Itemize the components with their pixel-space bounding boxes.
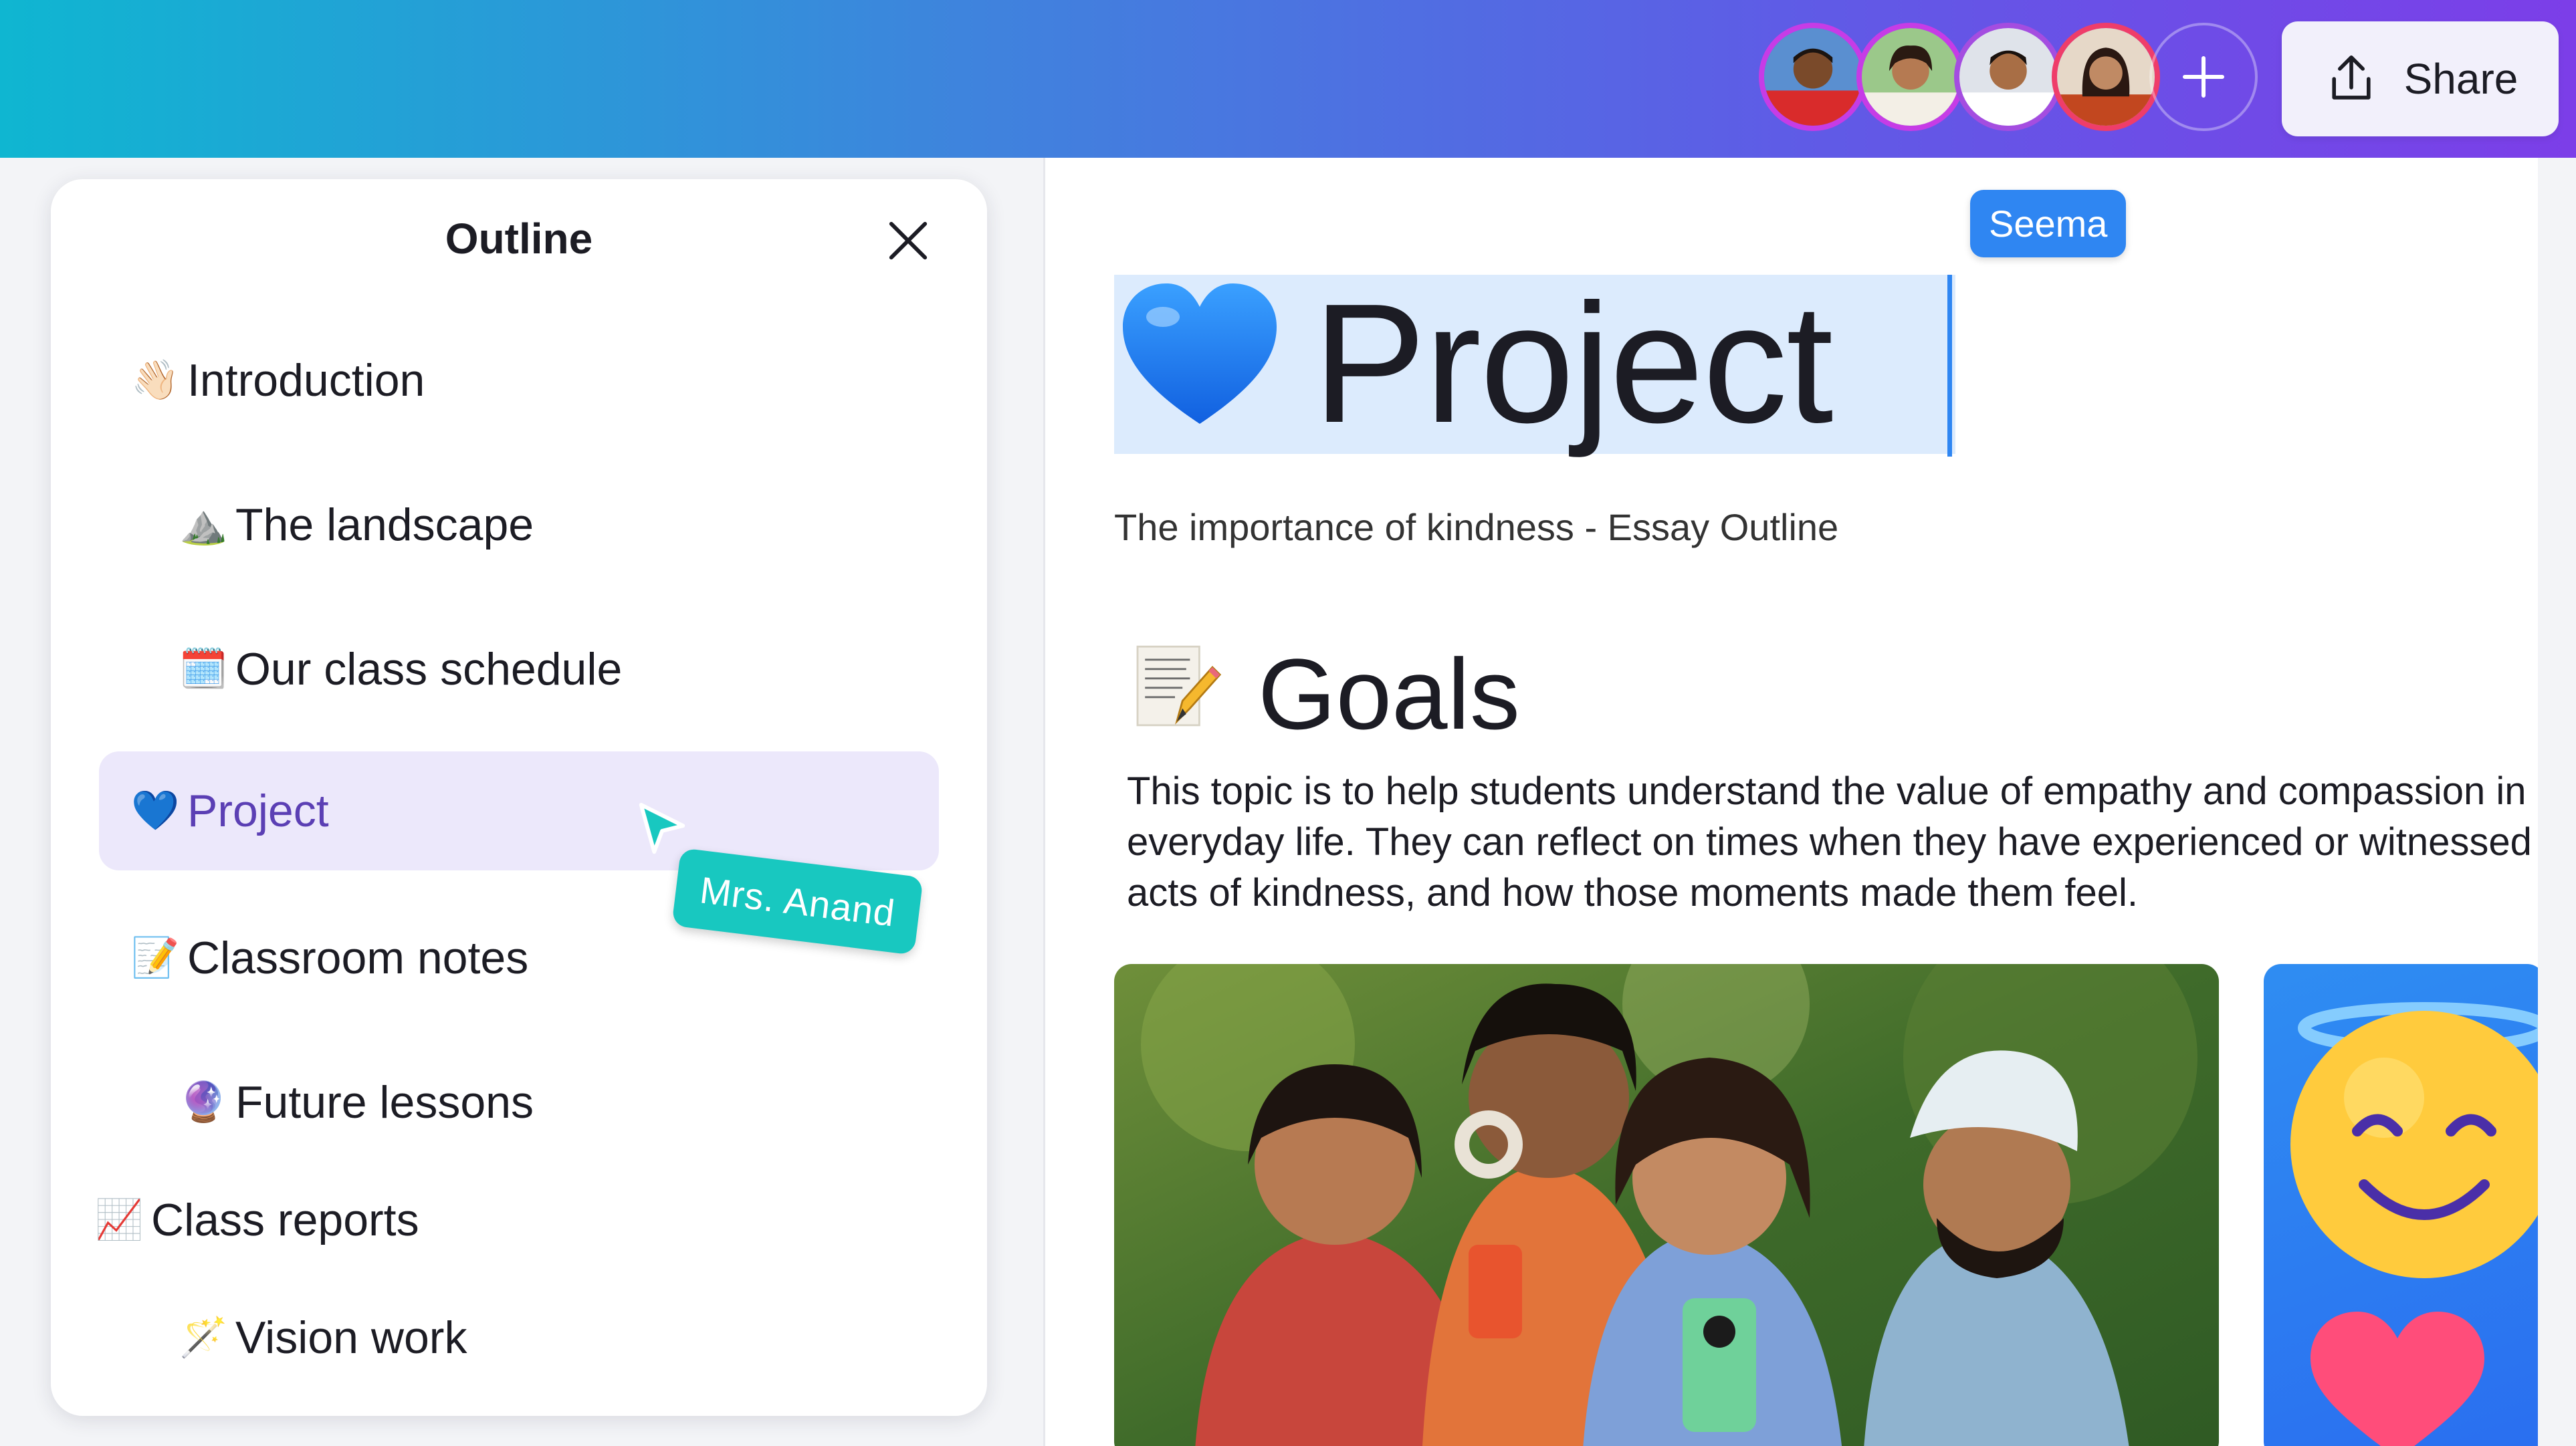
collaborator-cursor-icon: [639, 802, 685, 854]
outline-item-label: Our class schedule: [235, 644, 623, 695]
outline-item-project[interactable]: 💙 Project: [99, 751, 939, 870]
outline-item-label: Classroom notes: [187, 933, 529, 983]
magic-wand-icon: 🪄: [179, 1316, 228, 1359]
collaborator-avatar-2[interactable]: [1856, 23, 1965, 131]
close-icon[interactable]: [880, 213, 936, 269]
outline-item-label: Class reports: [151, 1195, 419, 1245]
outline-item-label: Future lessons: [235, 1077, 534, 1128]
collaborator-avatar-4[interactable]: [2052, 23, 2160, 131]
blue-heart-icon: 💙: [131, 789, 180, 832]
outline-item-label: The landscape: [235, 499, 534, 550]
document-subtitle[interactable]: The importance of kindness - Essay Outli…: [1114, 505, 1838, 549]
outline-item-introduction[interactable]: 👋🏻 Introduction: [51, 324, 987, 437]
plus-icon: [2183, 56, 2224, 98]
add-collaborator-button[interactable]: [2149, 23, 2258, 131]
outline-item-label: Project: [187, 786, 329, 836]
outline-item-vision-work[interactable]: 🪄 Vision work: [51, 1281, 987, 1395]
outline-title: Outline: [445, 215, 593, 263]
outline-item-future-lessons[interactable]: 🔮 Future lessons: [51, 1046, 987, 1159]
outline-item-label: Introduction: [187, 355, 425, 406]
outline-item-class-reports[interactable]: 📈 Class reports: [51, 1163, 987, 1277]
waving-hand-icon: 👋🏻: [131, 358, 180, 402]
outline-item-the-landscape[interactable]: ⛰️ The landscape: [51, 468, 987, 582]
outline-item-label: Vision work: [235, 1312, 467, 1363]
collaborator-avatar-3[interactable]: [1954, 23, 2062, 131]
calendar-icon: 🗓️: [179, 647, 228, 691]
memo-icon: [1136, 645, 1222, 727]
section-body-text[interactable]: This topic is to help students understan…: [1127, 766, 2538, 919]
document-title[interactable]: Project: [1313, 273, 1834, 453]
collaborator-avatars: [1759, 23, 2258, 136]
blue-heart-icon: [1123, 283, 1277, 424]
share-button[interactable]: Share: [2282, 21, 2559, 136]
mountain-icon: ⛰️: [179, 503, 228, 546]
collaborator-avatar-1[interactable]: [1759, 23, 1867, 131]
top-bar: Share: [0, 0, 2576, 158]
collaborator-tag-seema: Seema: [1970, 190, 2127, 257]
section-heading-goals[interactable]: Goals: [1258, 640, 1520, 747]
upload-share-icon: [2332, 55, 2371, 100]
outline-item-our-class-schedule[interactable]: 🗓️ Our class schedule: [51, 612, 987, 726]
document-canvas: Seema Project The importance of kindness…: [1043, 158, 2538, 1446]
chart-increasing-icon: 📈: [95, 1198, 144, 1241]
students-photo[interactable]: [1114, 964, 2219, 1446]
outline-panel: Outline 👋🏻 Introduction ⛰️ The landscape…: [51, 179, 987, 1416]
memo-icon: 📝: [131, 936, 180, 979]
share-button-label: Share: [2403, 55, 2518, 103]
crystal-ball-icon: 🔮: [179, 1080, 228, 1124]
emoji-card[interactable]: [2264, 964, 2538, 1446]
text-caret: [1947, 275, 1952, 457]
